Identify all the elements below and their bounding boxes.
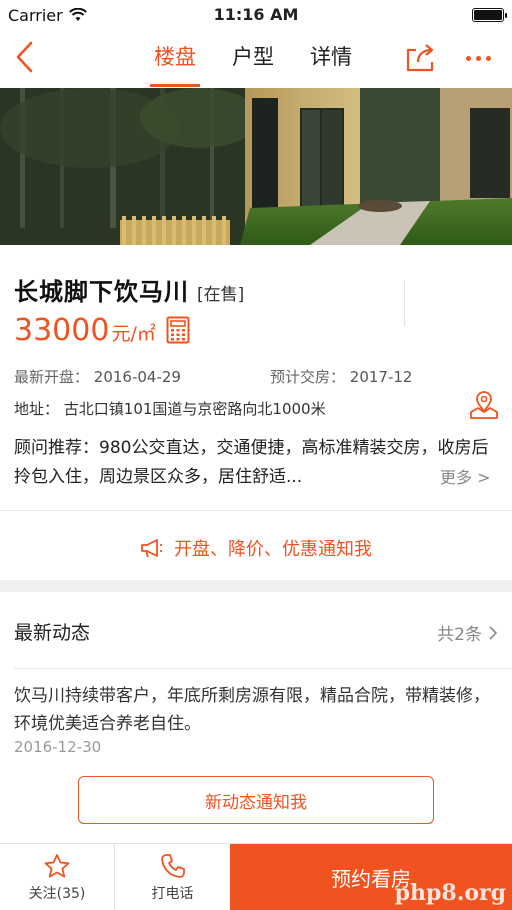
map-pin-icon[interactable]: [468, 390, 500, 424]
back-button[interactable]: [10, 40, 40, 74]
news-subscribe-button[interactable]: 新动态通知我: [78, 776, 434, 824]
price-value: 33000: [14, 313, 110, 348]
delivery-date-label: 预计交房：: [270, 368, 346, 386]
follow-button[interactable]: 关注(35): [0, 844, 114, 910]
tab-bar: 楼盘 户型 详情: [150, 30, 356, 88]
vertical-divider: [404, 280, 405, 326]
price-row: 33000 元/㎡: [14, 312, 190, 348]
address-value: 古北口镇101国道与京密路向北1000米: [63, 400, 326, 418]
sale-status-badge: [在售]: [197, 285, 245, 305]
property-photo-image: [0, 88, 512, 245]
delivery-date-row: 预计交房： 2017-12: [270, 366, 412, 387]
open-date-row: 最新开盘： 2016-04-29: [14, 366, 181, 387]
battery-fill: [474, 10, 502, 20]
price-unit: 元/㎡: [111, 323, 156, 345]
open-date-value: 2016-04-29: [93, 368, 181, 386]
news-count-link[interactable]: 共2条: [437, 620, 498, 645]
price-alert-label: 开盘、降价、优惠通知我: [174, 539, 372, 560]
news-count: 共2条: [437, 625, 482, 645]
call-button[interactable]: 打电话: [115, 844, 230, 910]
tab-details[interactable]: 详情: [306, 30, 356, 88]
property-title-row: 长城脚下饮马川 [在售]: [14, 272, 244, 307]
news-item-text: 饮马川持续带客户，年底所剩房源有限，精品合院，带精装修，环境优美适合养老自住。: [14, 686, 490, 734]
address-label: 地址：: [14, 400, 60, 418]
more-link[interactable]: 更多 >: [440, 464, 491, 488]
status-bar: Carrier: [0, 0, 512, 30]
address-row[interactable]: 地址： 古北口镇101国道与京密路向北1000米: [14, 398, 326, 419]
nav-bar: 楼盘 户型 详情: [0, 30, 512, 88]
price-alert-button[interactable]: 开盘、降价、优惠通知我: [0, 528, 512, 568]
news-item-date: 2016-12-30: [14, 738, 102, 756]
carrier-label: Carrier: [8, 5, 63, 25]
follow-label: 关注(35): [28, 885, 86, 902]
wifi-icon: [68, 8, 87, 21]
delivery-date-value: 2017-12: [349, 368, 413, 386]
section-spacer: [0, 580, 512, 592]
call-label: 打电话: [151, 885, 194, 902]
more-dot: [465, 55, 471, 61]
more-button[interactable]: [460, 44, 496, 72]
more-dot: [485, 55, 491, 61]
more-dot: [475, 55, 481, 61]
calculator-icon[interactable]: [166, 316, 190, 348]
status-left: Carrier: [8, 6, 87, 25]
news-section-title: 最新动态: [14, 622, 91, 644]
property-photo[interactable]: [0, 88, 512, 245]
share-button[interactable]: [404, 42, 438, 74]
tab-floorplan[interactable]: 户型: [228, 30, 278, 88]
advisor-recommendation: 顾问推荐：980公交直达，交通便捷，高标准精装交房，收房后拎包入住，周边景区众多…: [14, 438, 489, 487]
share-icon: [406, 44, 434, 72]
chevron-right-icon: [489, 625, 498, 640]
property-name: 长城脚下饮马川: [14, 278, 189, 306]
phone-icon: [160, 853, 185, 878]
open-date-label: 最新开盘：: [14, 368, 90, 386]
battery-icon: [472, 8, 507, 22]
megaphone-icon: [141, 539, 162, 558]
tab-property[interactable]: 楼盘: [150, 30, 200, 88]
watermark-text: php8.org: [394, 880, 506, 906]
star-icon: [44, 853, 70, 877]
chevron-left-icon: [16, 41, 33, 73]
divider: [0, 510, 512, 511]
divider: [14, 668, 512, 669]
